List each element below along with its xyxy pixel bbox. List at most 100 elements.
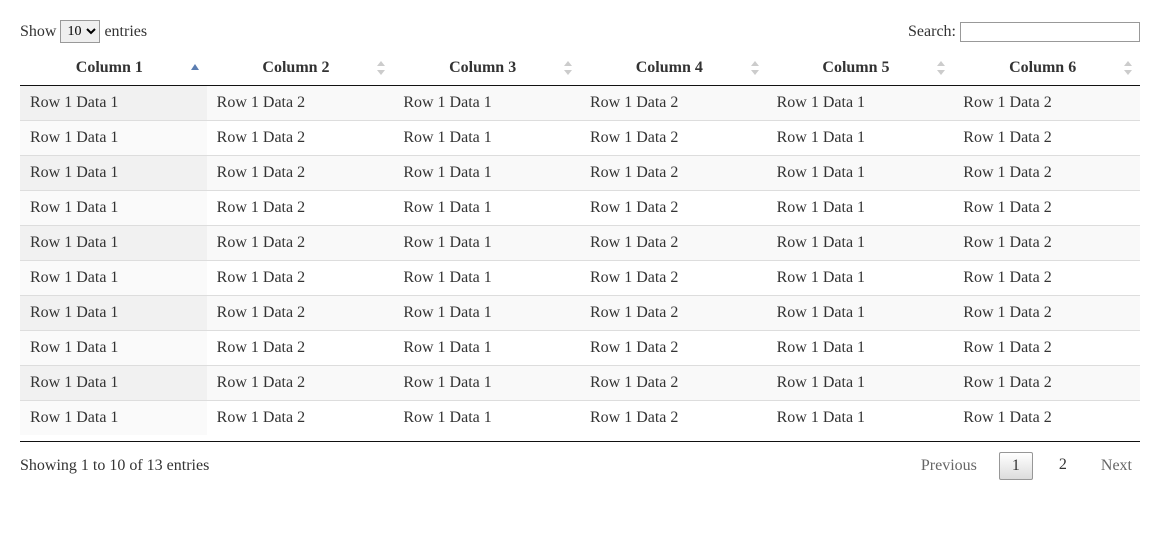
table-cell: Row 1 Data 1	[767, 401, 954, 436]
table-cell: Row 1 Data 2	[953, 156, 1140, 191]
table-cell: Row 1 Data 1	[20, 366, 207, 401]
table-cell: Row 1 Data 2	[207, 401, 394, 436]
table-cell: Row 1 Data 2	[953, 261, 1140, 296]
table-cell: Row 1 Data 2	[207, 226, 394, 261]
sort-icon	[935, 60, 947, 76]
table-cell: Row 1 Data 1	[393, 156, 580, 191]
table-cell: Row 1 Data 1	[767, 296, 954, 331]
table-cell: Row 1 Data 1	[767, 226, 954, 261]
table-cell: Row 1 Data 1	[20, 156, 207, 191]
table-cell: Row 1 Data 2	[580, 156, 767, 191]
table-cell: Row 1 Data 2	[953, 296, 1140, 331]
data-table: Column 1 Column 2 Column 3 Column 4 Column 5…	[20, 51, 1140, 435]
table-cell: Row 1 Data 1	[20, 86, 207, 121]
table-cell: Row 1 Data 2	[580, 191, 767, 226]
length-show-label: Show	[20, 23, 56, 41]
table-cell: Row 1 Data 2	[207, 86, 394, 121]
table-row: Row 1 Data 1Row 1 Data 2Row 1 Data 1Row …	[20, 296, 1140, 331]
table-cell: Row 1 Data 1	[393, 331, 580, 366]
column-header[interactable]: Column 1	[20, 51, 207, 86]
table-cell: Row 1 Data 2	[953, 401, 1140, 436]
table-cell: Row 1 Data 1	[20, 261, 207, 296]
table-body: Row 1 Data 1Row 1 Data 2Row 1 Data 1Row …	[20, 86, 1140, 436]
table-cell: Row 1 Data 2	[580, 261, 767, 296]
table-cell: Row 1 Data 1	[767, 331, 954, 366]
table-cell: Row 1 Data 1	[393, 121, 580, 156]
sort-icon	[749, 60, 761, 76]
table-head: Column 1 Column 2 Column 3 Column 4 Column 5…	[20, 51, 1140, 86]
length-select[interactable]: 10	[60, 20, 100, 43]
column-header[interactable]: Column 4	[580, 51, 767, 86]
column-header[interactable]: Column 3	[393, 51, 580, 86]
sort-icon	[1122, 60, 1134, 76]
table-cell: Row 1 Data 2	[953, 226, 1140, 261]
table-cell: Row 1 Data 1	[20, 191, 207, 226]
column-header-label: Column 3	[449, 59, 516, 76]
table-cell: Row 1 Data 2	[580, 366, 767, 401]
table-cell: Row 1 Data 1	[393, 366, 580, 401]
table-cell: Row 1 Data 2	[207, 261, 394, 296]
table-cell: Row 1 Data 2	[580, 226, 767, 261]
length-entries-label: entries	[104, 23, 147, 41]
column-header[interactable]: Column 2	[207, 51, 394, 86]
table-cell: Row 1 Data 2	[207, 121, 394, 156]
table-cell: Row 1 Data 1	[767, 261, 954, 296]
search-control: Search:	[908, 22, 1140, 42]
column-header-label: Column 5	[822, 59, 889, 76]
column-header-label: Column 2	[262, 59, 329, 76]
table-cell: Row 1 Data 1	[767, 86, 954, 121]
datatable-wrapper: Show 10 entries Search: Column 1 Column 2…	[20, 20, 1140, 480]
sort-icon	[562, 60, 574, 76]
table-cell: Row 1 Data 2	[953, 191, 1140, 226]
table-cell: Row 1 Data 2	[953, 121, 1140, 156]
sort-icon	[375, 60, 387, 76]
table-cell: Row 1 Data 1	[767, 121, 954, 156]
table-cell: Row 1 Data 1	[393, 191, 580, 226]
table-row: Row 1 Data 1Row 1 Data 2Row 1 Data 1Row …	[20, 331, 1140, 366]
table-cell: Row 1 Data 2	[207, 366, 394, 401]
table-cell: Row 1 Data 1	[393, 296, 580, 331]
table-cell: Row 1 Data 1	[393, 86, 580, 121]
table-row: Row 1 Data 1Row 1 Data 2Row 1 Data 1Row …	[20, 226, 1140, 261]
table-cell: Row 1 Data 2	[953, 366, 1140, 401]
table-info: Showing 1 to 10 of 13 entries	[20, 457, 209, 475]
column-header-label: Column 4	[636, 59, 703, 76]
page-number[interactable]: 2	[1047, 452, 1079, 480]
table-cell: Row 1 Data 1	[20, 331, 207, 366]
next-button[interactable]: Next	[1093, 453, 1140, 479]
pagination: Previous 12 Next	[913, 452, 1140, 480]
length-control: Show 10 entries	[20, 20, 147, 43]
table-row: Row 1 Data 1Row 1 Data 2Row 1 Data 1Row …	[20, 86, 1140, 121]
table-cell: Row 1 Data 1	[393, 226, 580, 261]
table-cell: Row 1 Data 1	[767, 156, 954, 191]
previous-button[interactable]: Previous	[913, 453, 985, 479]
table-cell: Row 1 Data 2	[580, 296, 767, 331]
table-cell: Row 1 Data 2	[580, 401, 767, 436]
table-cell: Row 1 Data 2	[207, 191, 394, 226]
table-row: Row 1 Data 1Row 1 Data 2Row 1 Data 1Row …	[20, 121, 1140, 156]
table-cell: Row 1 Data 1	[393, 261, 580, 296]
table-cell: Row 1 Data 2	[580, 86, 767, 121]
table-cell: Row 1 Data 2	[953, 86, 1140, 121]
table-cell: Row 1 Data 2	[207, 296, 394, 331]
sort-asc-icon	[189, 60, 201, 76]
table-cell: Row 1 Data 2	[580, 121, 767, 156]
table-cell: Row 1 Data 2	[207, 156, 394, 191]
table-row: Row 1 Data 1Row 1 Data 2Row 1 Data 1Row …	[20, 366, 1140, 401]
table-cell: Row 1 Data 1	[20, 401, 207, 436]
table-cell: Row 1 Data 1	[393, 401, 580, 436]
table-row: Row 1 Data 1Row 1 Data 2Row 1 Data 1Row …	[20, 156, 1140, 191]
column-header[interactable]: Column 6	[953, 51, 1140, 86]
table-row: Row 1 Data 1Row 1 Data 2Row 1 Data 1Row …	[20, 401, 1140, 436]
search-input[interactable]	[960, 22, 1140, 42]
column-header-label: Column 1	[76, 59, 143, 76]
column-header-label: Column 6	[1009, 59, 1076, 76]
page-number[interactable]: 1	[999, 452, 1033, 480]
table-row: Row 1 Data 1Row 1 Data 2Row 1 Data 1Row …	[20, 191, 1140, 226]
table-row: Row 1 Data 1Row 1 Data 2Row 1 Data 1Row …	[20, 261, 1140, 296]
table-cell: Row 1 Data 1	[767, 366, 954, 401]
table-cell: Row 1 Data 1	[767, 191, 954, 226]
table-cell: Row 1 Data 1	[20, 121, 207, 156]
column-header[interactable]: Column 5	[767, 51, 954, 86]
table-cell: Row 1 Data 1	[20, 296, 207, 331]
